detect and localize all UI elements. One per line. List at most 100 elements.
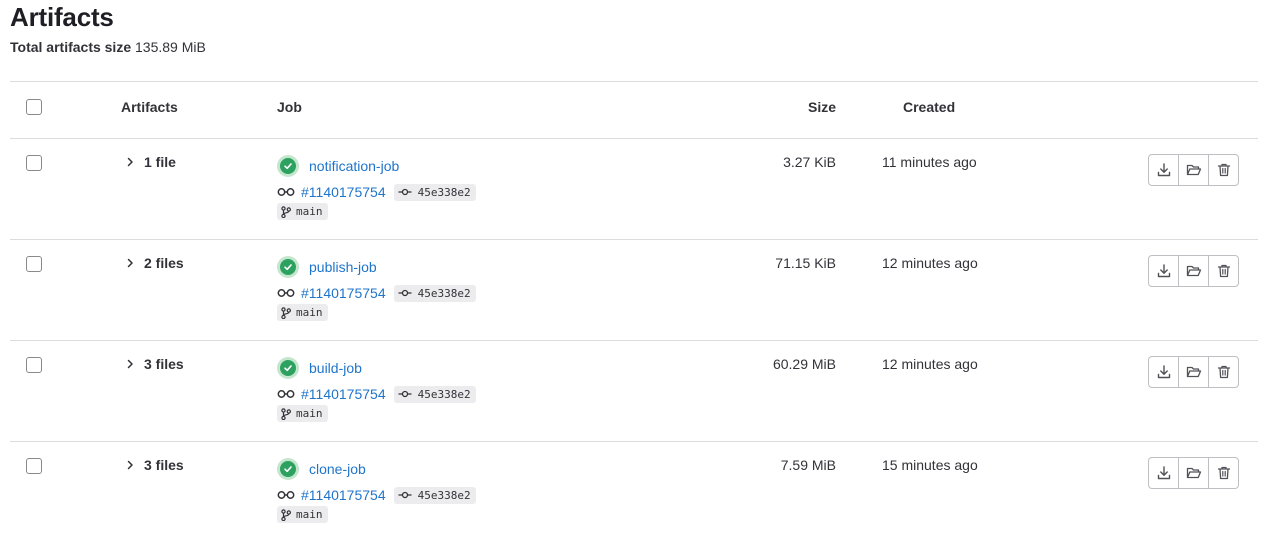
commit-icon <box>398 389 412 399</box>
artifact-size: 3.27 KiB <box>783 154 836 170</box>
commit-sha: 45e338e2 <box>417 185 471 199</box>
row-actions <box>1148 457 1239 489</box>
commit-sha-badge[interactable]: 45e338e2 <box>393 385 476 403</box>
artifact-size: 7.59 MiB <box>780 457 836 473</box>
files-count: 3 files <box>144 356 184 372</box>
expand-files-toggle[interactable]: 3 files <box>122 457 184 473</box>
delete-button[interactable] <box>1208 356 1239 388</box>
header-created: Created <box>903 99 956 115</box>
total-size-label: Total artifacts size <box>10 39 132 55</box>
job-link[interactable]: build-job <box>309 360 362 376</box>
job-link[interactable]: publish-job <box>309 259 377 275</box>
branch-name: main <box>296 508 323 521</box>
status-success-icon[interactable] <box>277 256 299 278</box>
expand-files-toggle[interactable]: 3 files <box>122 356 184 372</box>
artifact-size: 71.15 KiB <box>775 255 836 271</box>
header-job: Job <box>277 99 302 115</box>
branch-badge[interactable]: main <box>277 405 328 422</box>
folder-open-icon <box>1186 364 1202 380</box>
status-success-icon[interactable] <box>277 357 299 379</box>
table-row: 2 files publish-job #1140175754 45e338e2… <box>10 240 1258 341</box>
pipeline-link[interactable]: #1140175754 <box>301 285 386 301</box>
pipeline-link[interactable]: #1140175754 <box>301 386 386 402</box>
browse-button[interactable] <box>1178 457 1209 489</box>
artifact-size: 60.29 MiB <box>772 356 836 372</box>
total-artifacts-size: Total artifacts size 135.89 MiB <box>10 39 206 55</box>
header-artifacts: Artifacts <box>121 99 178 115</box>
table-row: 1 file notification-job #1140175754 45e3… <box>10 139 1258 240</box>
commit-sha-badge[interactable]: 45e338e2 <box>393 284 476 302</box>
job-cell: build-job #1140175754 45e338e2 main <box>277 357 476 422</box>
download-button[interactable] <box>1148 457 1179 489</box>
download-button[interactable] <box>1148 356 1179 388</box>
branch-icon <box>281 306 291 319</box>
row-checkbox[interactable] <box>26 256 42 272</box>
branch-name: main <box>296 407 323 420</box>
expand-files-toggle[interactable]: 2 files <box>122 255 184 271</box>
created-time: 11 minutes ago <box>882 154 977 170</box>
browse-button[interactable] <box>1178 356 1209 388</box>
remove-icon <box>1216 364 1232 380</box>
files-count: 1 file <box>144 154 176 170</box>
status-success-icon[interactable] <box>277 155 299 177</box>
branch-icon <box>281 205 291 218</box>
browse-button[interactable] <box>1178 154 1209 186</box>
browse-button[interactable] <box>1178 255 1209 287</box>
branch-icon <box>281 407 291 420</box>
row-checkbox[interactable] <box>26 155 42 171</box>
remove-icon <box>1216 263 1232 279</box>
chevron-right-icon <box>122 457 138 473</box>
row-actions <box>1148 356 1239 388</box>
delete-button[interactable] <box>1208 255 1239 287</box>
download-icon <box>1156 162 1172 178</box>
row-checkbox[interactable] <box>26 458 42 474</box>
job-link[interactable]: clone-job <box>309 461 366 477</box>
branch-badge[interactable]: main <box>277 304 328 321</box>
commit-sha: 45e338e2 <box>417 488 471 502</box>
select-all-checkbox[interactable] <box>26 99 42 115</box>
chevron-right-icon <box>122 356 138 372</box>
table-row: 3 files clone-job #1140175754 45e338e2 m… <box>10 442 1258 535</box>
pipeline-link[interactable]: #1140175754 <box>301 184 386 200</box>
commit-sha-badge[interactable]: 45e338e2 <box>393 486 476 504</box>
page-title: Artifacts <box>10 2 114 32</box>
commit-icon <box>398 490 412 500</box>
pipeline-icon <box>277 387 295 401</box>
download-button[interactable] <box>1148 255 1179 287</box>
files-count: 3 files <box>144 457 184 473</box>
branch-badge[interactable]: main <box>277 203 328 220</box>
download-icon <box>1156 465 1172 481</box>
pipeline-icon <box>277 488 295 502</box>
files-count: 2 files <box>144 255 184 271</box>
remove-icon <box>1216 162 1232 178</box>
remove-icon <box>1216 465 1232 481</box>
row-actions <box>1148 255 1239 287</box>
table-body: 1 file notification-job #1140175754 45e3… <box>10 139 1258 535</box>
branch-name: main <box>296 205 323 218</box>
commit-sha: 45e338e2 <box>417 387 471 401</box>
job-cell: publish-job #1140175754 45e338e2 main <box>277 256 476 321</box>
folder-open-icon <box>1186 465 1202 481</box>
commit-sha-badge[interactable]: 45e338e2 <box>393 183 476 201</box>
table-header: Artifacts Job Size Created <box>10 81 1258 139</box>
expand-files-toggle[interactable]: 1 file <box>122 154 176 170</box>
job-link[interactable]: notification-job <box>309 158 399 174</box>
job-cell: notification-job #1140175754 45e338e2 ma… <box>277 155 476 220</box>
status-success-icon[interactable] <box>277 458 299 480</box>
header-size: Size <box>807 99 836 115</box>
commit-icon <box>398 187 412 197</box>
table-row: 3 files build-job #1140175754 45e338e2 m… <box>10 341 1258 442</box>
chevron-right-icon <box>122 154 138 170</box>
artifacts-table: Artifacts Job Size Created 1 file notifi… <box>10 81 1258 535</box>
delete-button[interactable] <box>1208 457 1239 489</box>
commit-sha: 45e338e2 <box>417 286 471 300</box>
folder-open-icon <box>1186 263 1202 279</box>
delete-button[interactable] <box>1208 154 1239 186</box>
download-icon <box>1156 263 1172 279</box>
pipeline-link[interactable]: #1140175754 <box>301 487 386 503</box>
commit-icon <box>398 288 412 298</box>
chevron-right-icon <box>122 255 138 271</box>
download-button[interactable] <box>1148 154 1179 186</box>
row-checkbox[interactable] <box>26 357 42 373</box>
branch-badge[interactable]: main <box>277 506 328 523</box>
